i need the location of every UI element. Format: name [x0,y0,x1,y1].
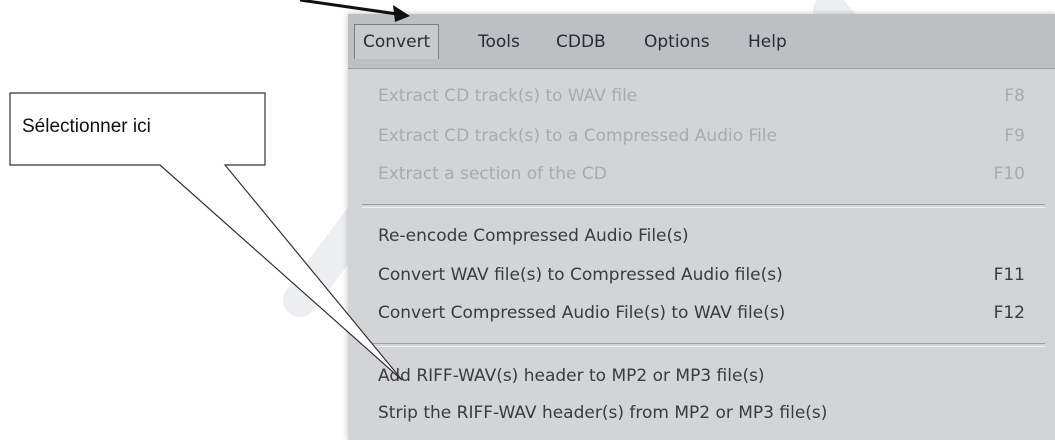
menu-item-wav-to-compressed[interactable]: Convert WAV file(s) to Compressed Audio … [378,258,1035,292]
menu-item-extract-compressed[interactable]: Extract CD track(s) to a Compressed Audi… [378,119,1035,153]
menu-separator [362,204,1045,208]
menu-item-shortcut: F12 [993,303,1025,323]
menu-item-label: Convert Compressed Audio File(s) to WAV … [378,303,786,323]
menu-item-label: Extract CD track(s) to WAV file [378,86,638,106]
menu-item-shortcut: F10 [993,164,1025,184]
menu-item-label: Extract a section of the CD [378,164,607,184]
menu-item-extract-section[interactable]: Extract a section of the CD F10 [378,157,1035,191]
menu-item-add-riff-header[interactable]: Add RIFF-WAV(s) header to MP2 or MP3 fil… [378,359,1035,393]
menu-tools[interactable]: Tools [476,25,522,59]
menu-convert[interactable]: Convert [354,24,440,59]
callout-text: Sélectionner ici [22,116,151,137]
menu-bar: Convert Tools CDDB Options Help [348,14,1055,69]
menu-separator [362,343,1045,347]
menu-item-label: Convert WAV file(s) to Compressed Audio … [378,265,783,285]
menu-item-label: Re-encode Compressed Audio File(s) [378,226,689,246]
menu-item-label: Strip the RIFF-WAV header(s) from MP2 or… [378,403,828,423]
arrow-icon [299,0,405,17]
menu-help[interactable]: Help [746,25,789,59]
menu-item-extract-wav[interactable]: Extract CD track(s) to WAV file F8 [378,79,1035,113]
menu-item-compressed-to-wav[interactable]: Convert Compressed Audio File(s) to WAV … [378,296,1035,330]
menu-item-reencode[interactable]: Re-encode Compressed Audio File(s) [378,219,1035,253]
menu-item-shortcut: F11 [993,265,1025,285]
menu-item-strip-riff-header[interactable]: Strip the RIFF-WAV header(s) from MP2 or… [378,396,1035,430]
menu-cddb[interactable]: CDDB [554,25,608,59]
convert-dropdown-menu: Extract CD track(s) to WAV file F8 Extra… [348,69,1055,440]
menu-item-label: Extract CD track(s) to a Compressed Audi… [378,126,777,146]
menu-item-shortcut: F9 [1004,126,1025,146]
app-window: Convert Tools CDDB Options Help Extract … [348,14,1055,440]
menu-item-shortcut: F8 [1004,86,1025,106]
menu-options[interactable]: Options [642,25,712,59]
menu-item-label: Add RIFF-WAV(s) header to MP2 or MP3 fil… [378,366,765,386]
